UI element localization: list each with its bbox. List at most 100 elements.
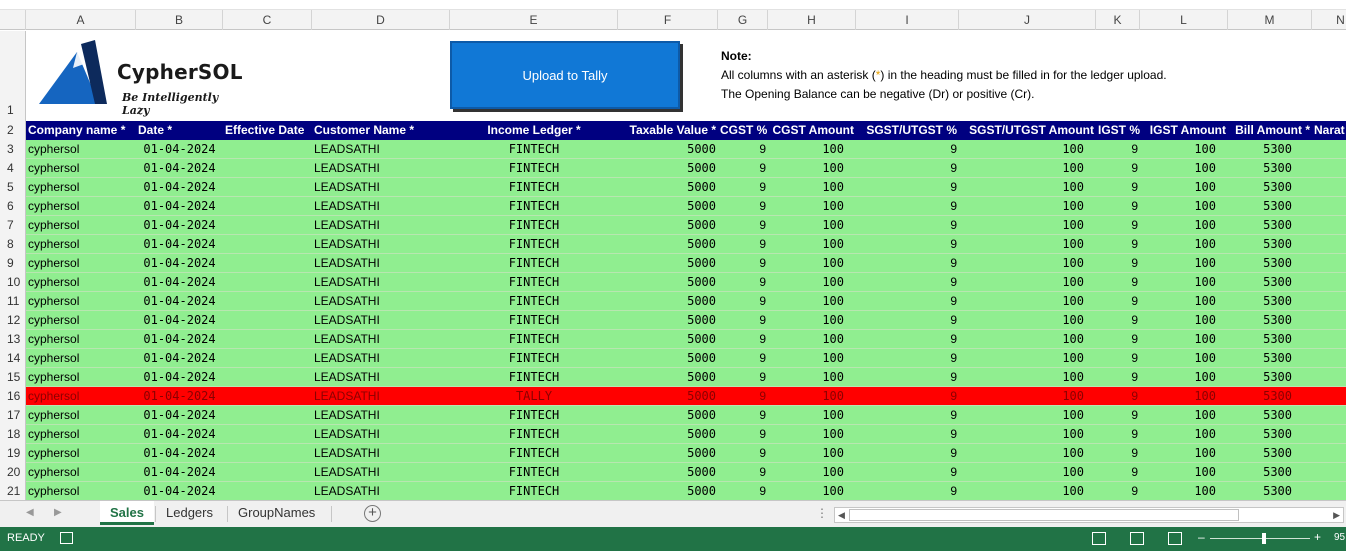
zoom-level[interactable]: 95 xyxy=(1334,532,1345,543)
table-cell[interactable]: 9 xyxy=(856,349,959,368)
table-cell[interactable]: 100 xyxy=(1140,159,1228,178)
table-cell[interactable]: 5000 xyxy=(618,273,718,292)
table-cell[interactable]: 9 xyxy=(1096,387,1140,406)
table-cell[interactable]: 9 xyxy=(718,178,768,197)
table-cell[interactable]: 5300 xyxy=(1228,178,1312,197)
table-cell[interactable]: 100 xyxy=(768,292,856,311)
table-cell[interactable]: 01-04-2024 xyxy=(136,463,223,482)
table-row[interactable]: cyphersol 01-04-2024 LEADSATHI FINTECH 5000 9… xyxy=(26,216,1346,235)
table-cell[interactable]: FINTECH xyxy=(450,444,618,463)
table-cell[interactable]: 9 xyxy=(1096,444,1140,463)
table-cell[interactable] xyxy=(223,216,312,235)
table-cell[interactable]: 100 xyxy=(959,444,1096,463)
table-cell[interactable]: 9 xyxy=(718,444,768,463)
table-cell[interactable]: 9 xyxy=(856,482,959,501)
table-cell[interactable]: 5300 xyxy=(1228,368,1312,387)
table-cell[interactable]: 100 xyxy=(768,425,856,444)
table-cell[interactable]: FINTECH xyxy=(450,235,618,254)
table-cell[interactable]: cyphersol xyxy=(26,311,136,330)
table-cell[interactable]: 100 xyxy=(768,406,856,425)
table-cell[interactable]: 9 xyxy=(718,254,768,273)
table-cell[interactable]: 01-04-2024 xyxy=(136,140,223,159)
row-number[interactable]: 5 xyxy=(0,178,26,197)
table-cell[interactable]: 5000 xyxy=(618,463,718,482)
row-number[interactable]: 15 xyxy=(0,368,26,387)
table-cell[interactable]: 9 xyxy=(856,368,959,387)
table-cell[interactable]: cyphersol xyxy=(26,368,136,387)
column-header[interactable]: F xyxy=(618,10,718,30)
table-cell[interactable]: 9 xyxy=(856,140,959,159)
table-row[interactable]: cyphersol 01-04-2024 LEADSATHI FINTECH 5000 9… xyxy=(26,292,1346,311)
table-cell[interactable]: 9 xyxy=(718,387,768,406)
table-cell[interactable]: FINTECH xyxy=(450,482,618,501)
table-cell[interactable]: 01-04-2024 xyxy=(136,254,223,273)
table-cell[interactable]: 01-04-2024 xyxy=(136,292,223,311)
table-row[interactable]: cyphersol 01-04-2024 LEADSATHI FINTECH 5000 9… xyxy=(26,368,1346,387)
table-cell[interactable]: LEADSATHI xyxy=(312,159,450,178)
table-cell[interactable]: 9 xyxy=(856,178,959,197)
table-cell[interactable]: 9 xyxy=(718,140,768,159)
table-cell[interactable]: 100 xyxy=(768,216,856,235)
row-number[interactable]: 9 xyxy=(0,254,26,273)
table-cell[interactable]: 100 xyxy=(959,292,1096,311)
column-heading[interactable]: Income Ledger * xyxy=(450,121,618,140)
row-number[interactable]: 8 xyxy=(0,235,26,254)
table-cell[interactable]: 9 xyxy=(1096,292,1140,311)
table-cell[interactable]: 100 xyxy=(959,349,1096,368)
scroll-tabs-right-icon[interactable]: ▶ xyxy=(54,507,62,518)
table-cell[interactable]: 9 xyxy=(856,273,959,292)
row-number[interactable]: 19 xyxy=(0,444,26,463)
upload-to-tally-button[interactable]: Upload to Tally xyxy=(450,41,680,109)
table-cell[interactable]: 100 xyxy=(768,444,856,463)
table-cell[interactable]: 5000 xyxy=(618,159,718,178)
column-header[interactable]: K xyxy=(1096,10,1140,30)
table-cell[interactable] xyxy=(223,425,312,444)
sheet-tab-groupnames[interactable]: GroupNames xyxy=(228,501,325,525)
table-cell[interactable]: 100 xyxy=(959,235,1096,254)
table-cell[interactable]: 9 xyxy=(1096,254,1140,273)
table-cell[interactable]: 01-04-2024 xyxy=(136,482,223,501)
column-header[interactable]: N xyxy=(1312,10,1346,30)
table-cell[interactable]: 100 xyxy=(768,368,856,387)
scroll-left-icon[interactable]: ◀ xyxy=(838,508,845,522)
table-cell[interactable]: 100 xyxy=(1140,311,1228,330)
table-cell[interactable]: 100 xyxy=(1140,463,1228,482)
table-cell[interactable]: 100 xyxy=(1140,273,1228,292)
table-cell[interactable]: 9 xyxy=(718,425,768,444)
table-cell[interactable]: 5300 xyxy=(1228,292,1312,311)
table-cell[interactable]: 5000 xyxy=(618,292,718,311)
table-cell[interactable]: 5300 xyxy=(1228,463,1312,482)
table-cell[interactable]: 100 xyxy=(959,425,1096,444)
table-cell[interactable] xyxy=(223,254,312,273)
column-header[interactable]: G xyxy=(718,10,768,30)
column-heading[interactable]: SGST/UTGST % xyxy=(856,121,959,140)
table-cell[interactable]: 9 xyxy=(718,159,768,178)
table-cell[interactable]: 5000 xyxy=(618,178,718,197)
table-cell[interactable]: 9 xyxy=(856,254,959,273)
zoom-in-icon[interactable]: + xyxy=(1314,530,1321,544)
table-cell[interactable]: 01-04-2024 xyxy=(136,273,223,292)
table-cell[interactable] xyxy=(223,349,312,368)
table-cell[interactable]: 9 xyxy=(856,235,959,254)
table-cell[interactable]: 100 xyxy=(1140,482,1228,501)
table-cell[interactable]: 5000 xyxy=(618,387,718,406)
table-row[interactable]: cyphersol 01-04-2024 LEADSATHI FINTECH 5000 9… xyxy=(26,311,1346,330)
table-cell[interactable]: 100 xyxy=(959,178,1096,197)
table-cell[interactable]: 9 xyxy=(1096,463,1140,482)
table-cell[interactable]: 9 xyxy=(1096,216,1140,235)
column-heading[interactable]: IGST % xyxy=(1096,121,1140,140)
table-cell[interactable]: 9 xyxy=(856,292,959,311)
table-cell[interactable]: LEADSATHI xyxy=(312,444,450,463)
table-cell[interactable]: 5300 xyxy=(1228,444,1312,463)
table-cell[interactable]: 100 xyxy=(1140,235,1228,254)
table-row[interactable]: cyphersol 01-04-2024 LEADSATHI FINTECH 5000 9… xyxy=(26,425,1346,444)
table-cell[interactable] xyxy=(223,368,312,387)
scroll-tabs-left-icon[interactable]: ◀ xyxy=(26,507,34,518)
table-cell[interactable]: 9 xyxy=(1096,140,1140,159)
table-cell[interactable]: FINTECH xyxy=(450,292,618,311)
table-cell[interactable]: 100 xyxy=(1140,292,1228,311)
table-cell[interactable]: 5300 xyxy=(1228,425,1312,444)
table-cell[interactable]: 100 xyxy=(768,140,856,159)
table-cell[interactable]: 100 xyxy=(959,254,1096,273)
table-cell[interactable]: 5300 xyxy=(1228,235,1312,254)
